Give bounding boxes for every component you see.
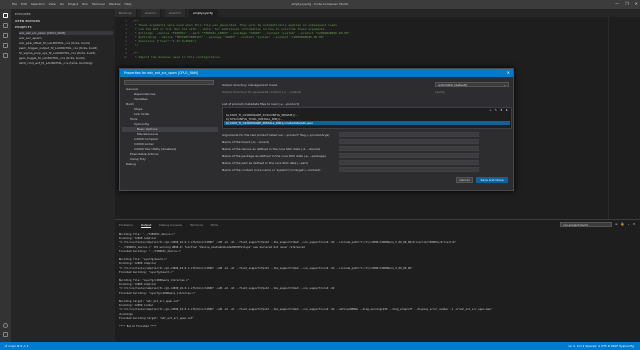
minimize-button[interactable]: — [615,1,619,6]
tab-terminal[interactable]: Terminal [190,223,203,228]
tab-ports[interactable]: Ports [211,223,219,228]
device-input[interactable] [339,146,479,151]
save-and-close-button[interactable]: Save and Close [476,177,508,183]
output-log[interactable]: Building file: "../f28003x_device.c" Inv… [119,233,637,329]
package-label: Name of the package as defined in the co… [222,154,326,158]
edit-icon[interactable]: ✎ [494,108,497,112]
output-channel-select[interactable]: ccs-project-build [560,222,612,227]
explorer-icon[interactable] [3,13,8,18]
tab-debug-console[interactable]: Debug Console [159,223,182,228]
tab-board-c[interactable]: board.c [141,9,162,17]
chevron-down-icon[interactable]: ⌄ [627,222,630,226]
list-item-selected[interactable]: ${COM_TI_C2000WARE_INSTALL_DIR}/.metadat… [224,121,510,125]
board-label: Name of the board (-b, --board) [222,140,270,144]
extensions-icon[interactable] [3,53,8,58]
panel-toolbar: ≡ 🔒 ⌄ ✕ [615,222,635,226]
project-item[interactable]: adc_soc_epwm [19,36,113,40]
code-text: * @versions {"tool":"1.23.0+3684"} [133,39,197,43]
source-control-icon[interactable] [3,33,8,38]
tree-item[interactable]: Debug [126,162,136,167]
projects-section[interactable]: PROJECTS [15,25,32,29]
title-bar: File Edit Selection View Go Project Run … [0,0,640,9]
project-item[interactable]: gpio_toggle_f2_LAUNCHXL_ccs (ticks, buil… [19,56,113,60]
properties-panel: Output directory management mode automat… [222,80,512,185]
log-line: **** Build Finished **** [119,325,157,329]
property-tree: General Dependencies Variables Build Ste… [122,87,218,185]
output-dir-label: Output directory for generated content (… [222,90,302,94]
lock-icon[interactable]: 🔒 [621,222,625,226]
dir-mode-select[interactable]: automatic (default) ⌄ [435,82,509,87]
part-input[interactable] [339,160,479,165]
gear-icon[interactable] [3,332,8,337]
close-icon[interactable]: ✕ [507,69,510,77]
product-list: + ✎ ⬆ ⬇ ${COM_TI_C2000WARE_SYSCONFIG_WIN… [222,107,512,129]
maximize-button[interactable]: ❐ [625,1,629,6]
clear-output-icon[interactable]: ≡ [615,222,618,226]
project-item[interactable]: pwm_trigger_output_f2_LAUNCHXL_ccs (tick… [19,46,113,50]
tab-build[interactable]: Build.cjs [115,9,137,17]
code-line: 10 * Import the modules used in this con… [123,55,222,59]
window-title: empty.syscfg - Code Composer Studio [291,2,349,6]
project-item[interactable]: adc_ppb_offset_f2_LAUNCHXL_ccs (ticks, b… [19,41,113,45]
filter-input[interactable] [124,80,214,85]
tab-problems[interactable]: Problems [119,223,133,228]
tree-item[interactable]: Variables [134,97,148,102]
status-right[interactable]: Ln 1, Col 1 Spaces: 4 UTF-8 CRLF SysConf… [568,342,634,350]
code-text: */ [133,43,139,47]
move-up-icon[interactable]: ⬆ [500,108,503,112]
move-down-icon[interactable]: ⬇ [505,108,508,112]
window-controls: — ❐ ✕ [615,1,638,6]
product-args-label: Arguments for the last product listed vi… [222,133,330,137]
list-toolbar: + ✎ ⬆ ⬇ [489,108,508,112]
tree-item[interactable]: Build [126,102,134,107]
status-left[interactable]: ⎇ main ⊗ 0 ⚠ 1 [4,342,29,350]
sidebar-title: EXPLORER [15,12,31,16]
dir-mode-label: Output directory management mode [222,83,278,87]
close-window-button[interactable]: ✕ [635,1,638,6]
package-input[interactable] [339,153,479,158]
close-icon[interactable]: ✕ [633,222,636,226]
project-item[interactable]: f2_sigma_prop_sys_f2_LAUNCHXL_ccs (ticks… [19,51,113,55]
properties-dialog: Properties for adc_ext_src_spwn [CPU1_RA… [119,68,514,191]
run-debug-icon[interactable] [3,43,8,48]
board-input[interactable] [339,139,479,144]
project-item[interactable]: adc_ext_src_spwn [CPU1_RAM] [19,31,113,35]
context-label: Name of the context (core name or 'syste… [222,168,321,172]
open-editors-section[interactable]: OPEN EDITORS [15,19,40,23]
editor-tab-bar: Build.cjs board.c board.h empty.syscfg [115,9,640,17]
product-list-label: List of product metadata files to load (… [222,102,300,106]
activity-bar [0,9,11,342]
status-bar: ⎇ main ⊗ 0 ⚠ 1 Ln 1, Col 1 Spaces: 4 UTF… [0,342,640,350]
explorer-sidebar: EXPLORER OPEN EDITORS PROJECTS adc_ext_s… [11,9,115,342]
tab-output[interactable]: Output [140,223,152,228]
output-dir-value[interactable]: syscfg [435,90,445,94]
project-item[interactable]: atctl_cmd_exf_f2_LAUNCHXL_ccs (ticks, bu… [19,61,113,65]
output-panel: Problems Output Debug Console Terminal P… [115,219,640,342]
dialog-title: Properties for adc_ext_src_spwn [CPU1_RA… [120,69,513,77]
cancel-button[interactable]: Cancel [456,177,473,183]
add-icon[interactable]: + [489,108,492,112]
part-label: Name of the part as defined in the core … [222,161,308,165]
code-text: * Import the modules used in this config… [133,55,222,59]
tab-board-h[interactable]: board.h [165,9,186,17]
account-icon[interactable] [3,323,8,328]
chevron-down-icon: ⌄ [503,83,506,87]
panel-tabs: Problems Output Debug Console Terminal P… [119,223,218,228]
context-input[interactable] [339,167,479,172]
tab-empty-syscfg[interactable]: empty.syscfg [189,9,218,17]
device-label: Name of the device as defined in the cor… [222,147,321,151]
product-args-input[interactable] [339,132,479,137]
search-icon[interactable] [3,23,8,28]
dir-mode-value: automatic (default) [438,83,468,87]
minimap[interactable] [608,17,640,219]
